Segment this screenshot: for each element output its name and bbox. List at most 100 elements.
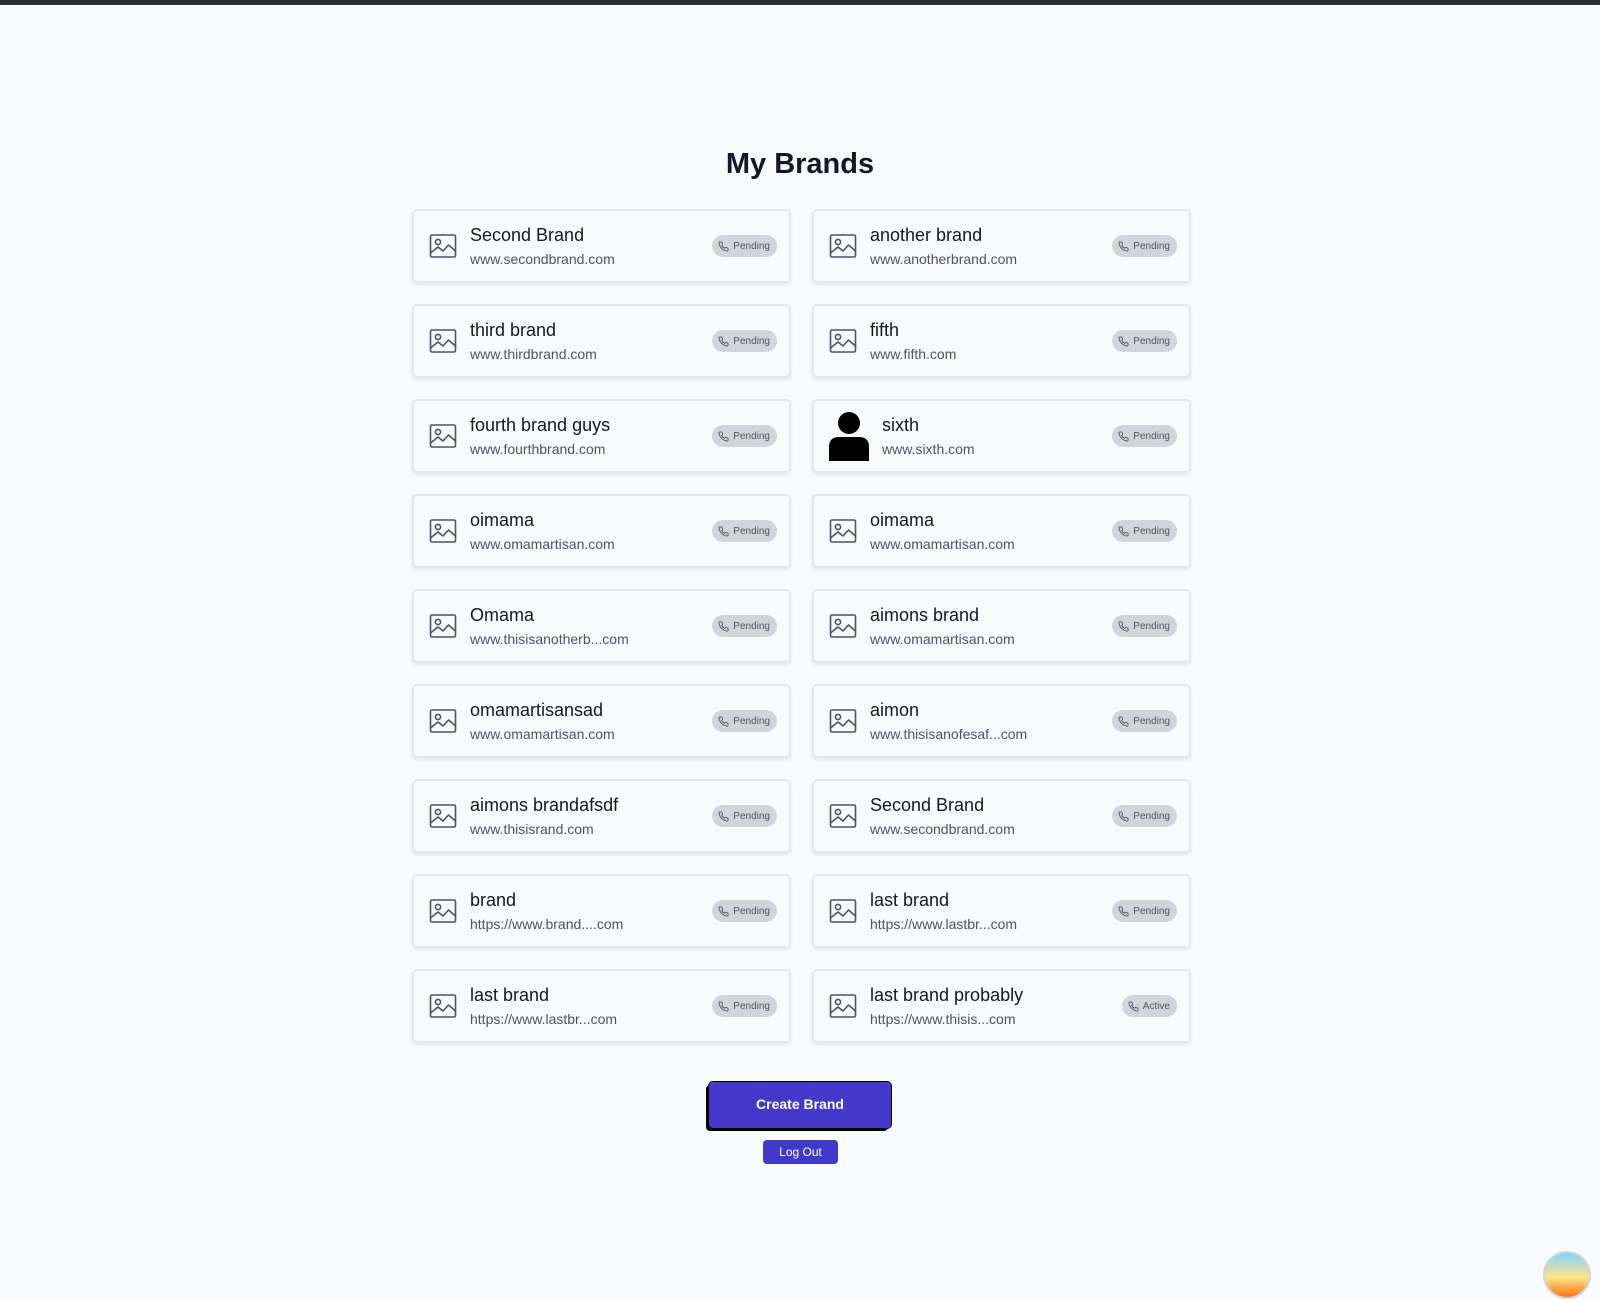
brand-info: last brand probably https://www.thisis...… [870,984,1122,1029]
brand-info: aimons brandafsdf www.thisisrand.com [470,794,712,839]
status-badge: Pending [1112,900,1177,922]
brand-grid: Second Brand www.secondbrand.com Pending an… [412,209,1191,1043]
status-label: Pending [1133,715,1170,727]
image-placeholder-icon [828,516,858,546]
status-badge: Pending [1112,520,1177,542]
brand-url: www.thisisanofesaf...com [870,725,1028,742]
brand-card[interactable]: Second Brand www.secondbrand.com Pending [812,779,1191,853]
brand-info: Second Brand www.secondbrand.com [470,224,712,269]
image-placeholder-icon [828,231,858,261]
phone-icon [1118,430,1133,442]
image-placeholder-icon [828,991,858,1021]
phone-icon [718,430,733,442]
status-badge: Pending [1112,805,1177,827]
image-placeholder-icon [828,326,858,356]
brand-name: last brand probably [870,984,1024,1005]
brand-name: omamartisansad [470,699,604,720]
brand-name: Omama [470,604,535,625]
brand-url: https://www.lastbr...com [470,1010,618,1027]
image-placeholder-icon [828,611,858,641]
status-badge: Pending [1112,425,1177,447]
brand-card[interactable]: another brand www.anotherbrand.com Pending [812,209,1191,283]
phone-icon [1118,240,1133,252]
logout-button[interactable]: Log Out [763,1140,838,1164]
status-label: Pending [733,715,770,727]
brand-card[interactable]: oimama www.omamartisan.com Pending [812,494,1191,568]
brand-url: www.omamartisan.com [870,535,1015,552]
brand-card[interactable]: fourth brand guys www.fourthbrand.com Pend… [412,399,791,473]
brand-name: last brand [870,889,950,910]
phone-icon [718,240,733,252]
brand-info: another brand www.anotherbrand.com [870,224,1112,269]
brand-card[interactable]: omamartisansad www.omamartisan.com Pending [412,684,791,758]
brand-name: fourth brand guys [470,414,611,435]
brand-card[interactable]: aimon www.thisisanofesaf...com Pending [812,684,1191,758]
status-badge: Pending [712,425,777,447]
brand-url: www.thisisanotherb...com [470,630,629,647]
brand-name: third brand [470,319,557,340]
brand-url: https://www.brand....com [470,915,624,932]
brand-card[interactable]: third brand www.thirdbrand.com Pending [412,304,791,378]
status-label: Pending [733,1000,770,1012]
status-label: Pending [733,335,770,347]
phone-icon [718,620,733,632]
status-badge: Pending [712,520,777,542]
status-label: Pending [1133,620,1170,632]
brand-card[interactable]: Omama www.thisisanotherb...com Pending [412,589,791,663]
brand-card[interactable]: oimama www.omamartisan.com Pending [412,494,791,568]
brand-url: www.omamartisan.com [470,725,615,742]
brand-url: www.thisisrand.com [470,820,594,837]
brand-name: aimon [870,699,920,720]
image-placeholder-icon [428,896,458,926]
status-badge: Pending [712,330,777,352]
create-brand-button[interactable]: Create Brand [708,1081,892,1129]
status-label: Pending [733,525,770,537]
brand-info: last brand https://www.lastbr...com [870,889,1112,934]
phone-icon [1118,905,1133,917]
brand-card[interactable]: fifth www.fifth.com Pending [812,304,1191,378]
status-badge: Pending [1112,235,1177,257]
create-brand-label: Create Brand [756,1096,844,1112]
brand-card[interactable]: last brand probably https://www.thisis...… [812,969,1191,1043]
brand-card[interactable]: last brand https://www.lastbr...com Pendin… [412,969,791,1043]
status-label: Pending [1133,430,1170,442]
image-placeholder-icon [828,896,858,926]
brand-url: https://www.lastbr...com [870,915,1018,932]
status-label: Pending [1133,240,1170,252]
brand-card[interactable]: last brand https://www.lastbr...com Pendin… [812,874,1191,948]
brand-card[interactable]: aimons brandafsdf www.thisisrand.com Pendi… [412,779,791,853]
brand-card[interactable]: Second Brand www.secondbrand.com Pending [412,209,791,283]
phone-icon [718,335,733,347]
image-placeholder-icon [428,706,458,736]
user-avatar[interactable] [1543,1251,1591,1299]
phone-icon [718,715,733,727]
brand-url: www.secondbrand.com [870,820,1015,837]
brand-card[interactable]: sixth www.sixth.com Pending [812,399,1191,473]
brand-info: aimons brand www.omamartisan.com [870,604,1112,649]
phone-icon [1118,715,1133,727]
phone-icon [718,1000,733,1012]
brand-info: third brand www.thirdbrand.com [470,319,712,364]
brand-card[interactable]: aimons brand www.omamartisan.com Pending [812,589,1191,663]
status-badge: Pending [1112,330,1177,352]
brand-name: last brand [470,984,550,1005]
brand-url: https://www.thisis...com [870,1010,1016,1027]
status-badge: Pending [712,710,777,732]
image-placeholder-icon [428,421,458,451]
brand-info: oimama www.omamartisan.com [470,509,712,554]
brand-info: fifth www.fifth.com [870,319,1112,364]
brand-info: aimon www.thisisanofesaf...com [870,699,1112,744]
status-badge: Pending [1112,710,1177,732]
brand-name: fifth [870,319,900,340]
brand-name: aimons brand [870,604,980,625]
status-label: Pending [1133,525,1170,537]
status-label: Pending [733,430,770,442]
brand-name: brand [470,889,517,910]
brand-name: sixth [882,414,920,435]
phone-icon [718,810,733,822]
phone-icon [1128,1000,1143,1012]
brand-url: www.thirdbrand.com [470,345,597,362]
phone-icon [1118,335,1133,347]
brand-info: Second Brand www.secondbrand.com [870,794,1112,839]
brand-card[interactable]: brand https://www.brand....com Pending [412,874,791,948]
